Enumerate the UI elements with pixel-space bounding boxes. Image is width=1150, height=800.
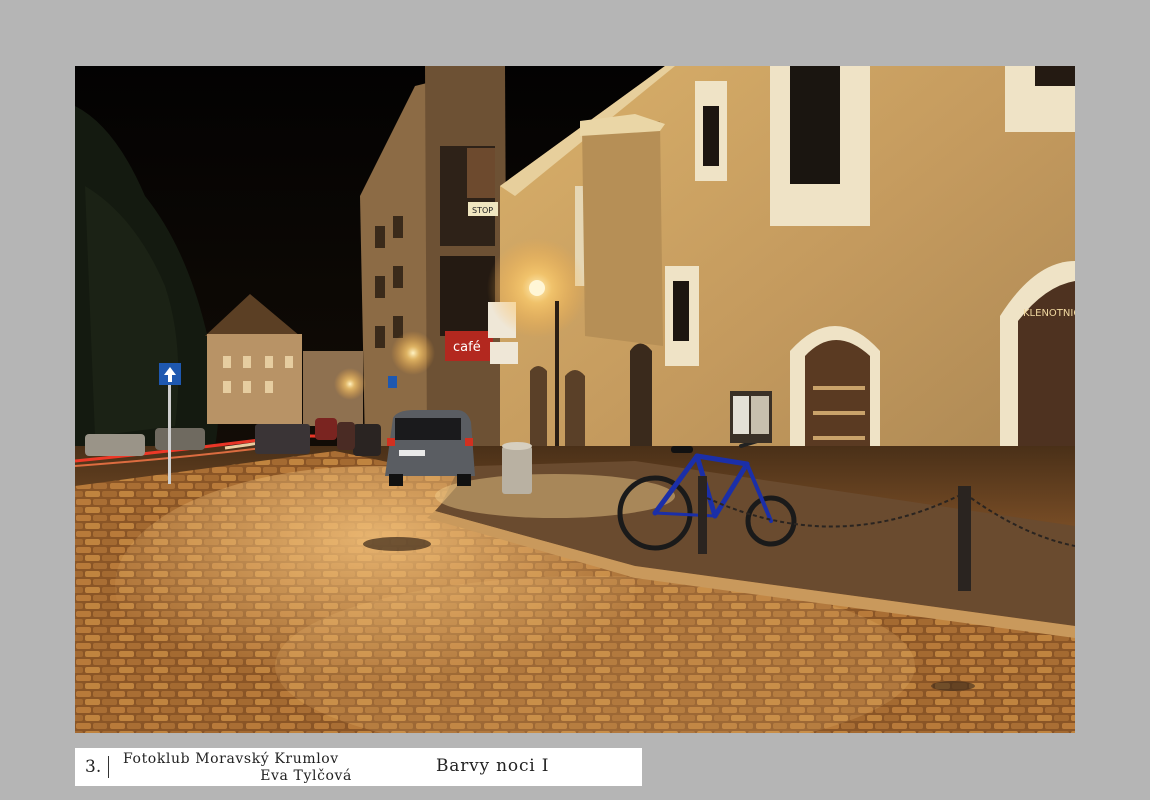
oriel <box>582 121 663 346</box>
stone-bollard <box>502 446 532 494</box>
night-street-photo: KLENOTNICTVÍ café STOP <box>75 66 1075 733</box>
author-name: Eva Tylčová <box>260 768 352 784</box>
photo-number: 3. <box>85 757 102 777</box>
club-name: Fotoklub Moravský Krumlov <box>123 751 339 767</box>
shop-sign: KLENOTNICTVÍ <box>1023 306 1075 319</box>
photo-title: Barvy noci I <box>436 756 550 776</box>
svg-text:STOP: STOP <box>472 206 493 215</box>
metal-post <box>698 476 707 554</box>
caption-strip: 3. Fotoklub Moravský Krumlov Eva Tylčová… <box>75 748 642 786</box>
svg-text:café: café <box>453 340 481 355</box>
parked-car <box>385 410 475 486</box>
distant-house <box>207 334 302 424</box>
metal-post <box>958 486 971 591</box>
caption-divider <box>108 756 109 778</box>
